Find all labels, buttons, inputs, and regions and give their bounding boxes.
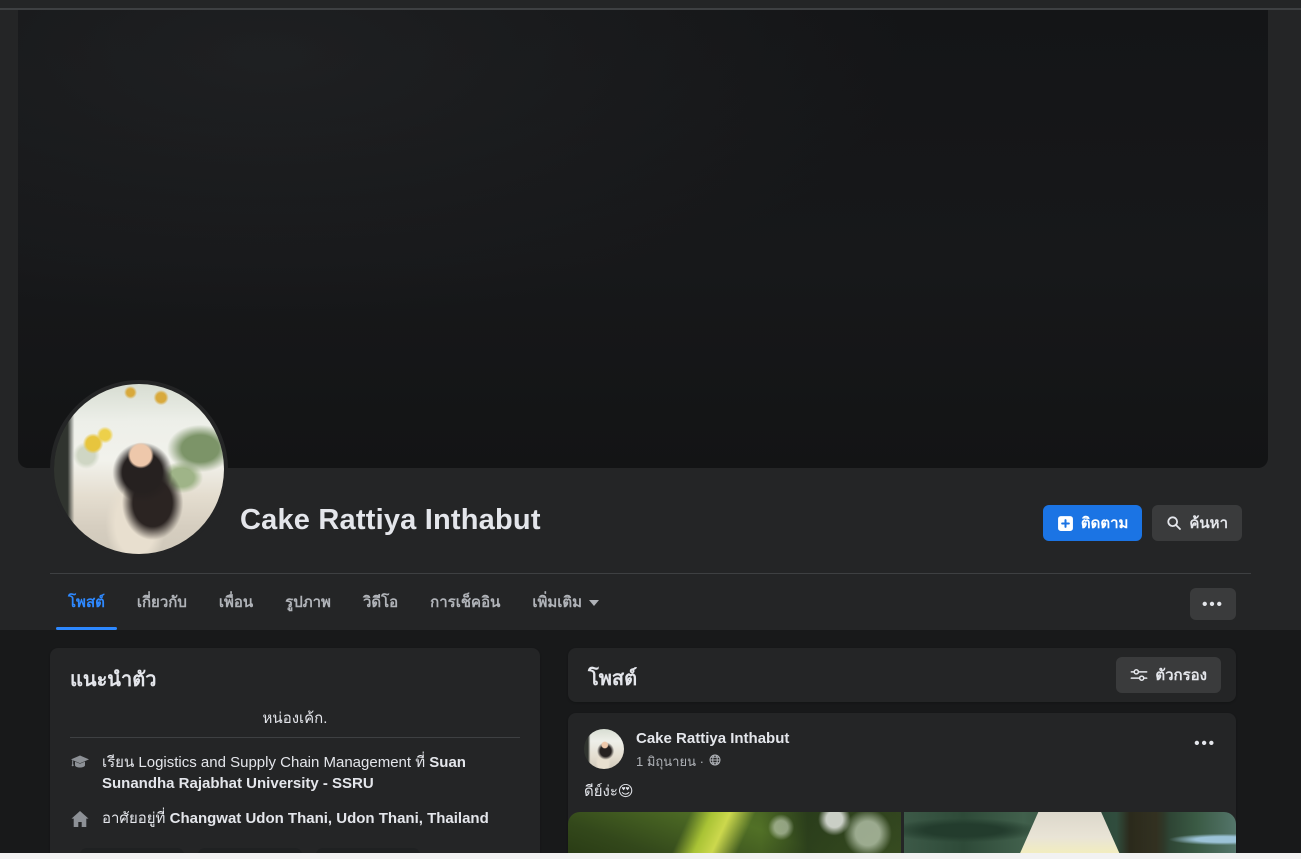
posts-section-title: โพสต์ — [588, 668, 638, 690]
profile-name: Cake Rattiya Inthabut — [240, 504, 541, 536]
cover-photo[interactable] — [18, 10, 1268, 468]
intro-title: แนะนำตัว — [70, 669, 157, 691]
profile-tabs: โพสต์ เกี่ยวกับ เพื่อน รูปภาพ วิดีโอ การ… — [52, 574, 615, 630]
intro-divider — [70, 737, 520, 738]
bottom-edge-strip — [0, 853, 1301, 859]
post: Cake Rattiya Inthabut 1 มิถุนายน · ••• ด… — [568, 713, 1236, 859]
lives-text: อาศัยอยู่ที่ Changwat Udon Thani, Udon T… — [102, 810, 489, 827]
tab-more[interactable]: เพิ่มเติม — [516, 574, 615, 630]
chevron-down-icon — [589, 600, 600, 606]
ellipsis-icon: ••• — [1194, 735, 1216, 752]
tab-posts[interactable]: โพสต์ — [52, 574, 121, 630]
lives-place-link[interactable]: Changwat Udon Thani, Udon Thani, Thailan… — [170, 810, 489, 827]
profile-header: Cake Rattiya Inthabut ติดตาม ค้นหา โพสต์… — [0, 10, 1301, 630]
profile-more-options-button[interactable]: ••• — [1190, 588, 1236, 620]
post-timestamp[interactable]: 1 มิถุนายน · — [636, 751, 704, 772]
profile-picture[interactable] — [54, 384, 224, 554]
intro-bio: หน่องเค้ก. — [262, 710, 328, 727]
post-author-name[interactable]: Cake Rattiya Inthabut — [636, 730, 789, 747]
graduation-cap-icon — [70, 752, 90, 794]
education-row: เรียน Logistics and Supply Chain Managem… — [70, 752, 520, 794]
intro-card: แนะนำตัว หน่องเค้ก. เรียน Logistics and … — [50, 648, 540, 859]
follow-button-label: ติดตาม — [1080, 515, 1129, 532]
filters-icon — [1130, 667, 1148, 683]
posts-filter-button[interactable]: ตัวกรอง — [1116, 657, 1221, 693]
profile-actions: ติดตาม ค้นหา — [1042, 505, 1242, 541]
follow-button[interactable]: ติดตาม — [1042, 505, 1143, 541]
tab-friends[interactable]: เพื่อน — [203, 574, 269, 630]
post-author-avatar[interactable] — [584, 729, 624, 769]
post-image-banana-leaf[interactable] — [568, 812, 901, 859]
post-images — [568, 812, 1236, 859]
education-text: เรียน Logistics and Supply Chain Managem… — [102, 754, 466, 792]
post-text: ดีย์ง่ะ😍 — [584, 783, 634, 800]
post-image-pendant-lamp[interactable] — [903, 812, 1236, 859]
house-icon — [70, 808, 90, 835]
lives-row: อาศัยอยู่ที่ Changwat Udon Thani, Udon T… — [70, 808, 520, 835]
lamp-shade-shape — [1009, 812, 1130, 859]
filter-button-label: ตัวกรอง — [1155, 667, 1207, 684]
person-add-icon — [1057, 515, 1074, 532]
posts-section-header: โพสต์ ตัวกรอง — [568, 648, 1236, 702]
search-icon — [1166, 515, 1182, 531]
active-tab-underline — [56, 627, 117, 630]
post-meta: 1 มิถุนายน · — [636, 751, 721, 772]
navbar-bottom-edge — [0, 0, 1301, 8]
search-button-label: ค้นหา — [1189, 515, 1228, 532]
tab-videos[interactable]: วิดีโอ — [347, 574, 414, 630]
tab-checkins[interactable]: การเช็คอิน — [414, 574, 516, 630]
post-options-button[interactable]: ••• — [1188, 735, 1222, 752]
tab-about[interactable]: เกี่ยวกับ — [121, 574, 203, 630]
ellipsis-icon: ••• — [1202, 595, 1224, 613]
search-profile-button[interactable]: ค้นหา — [1152, 505, 1242, 541]
facebook-profile-page: Cake Rattiya Inthabut ติดตาม ค้นหา โพสต์… — [0, 0, 1301, 859]
tab-photos[interactable]: รูปภาพ — [269, 574, 347, 630]
globe-icon — [709, 754, 721, 769]
